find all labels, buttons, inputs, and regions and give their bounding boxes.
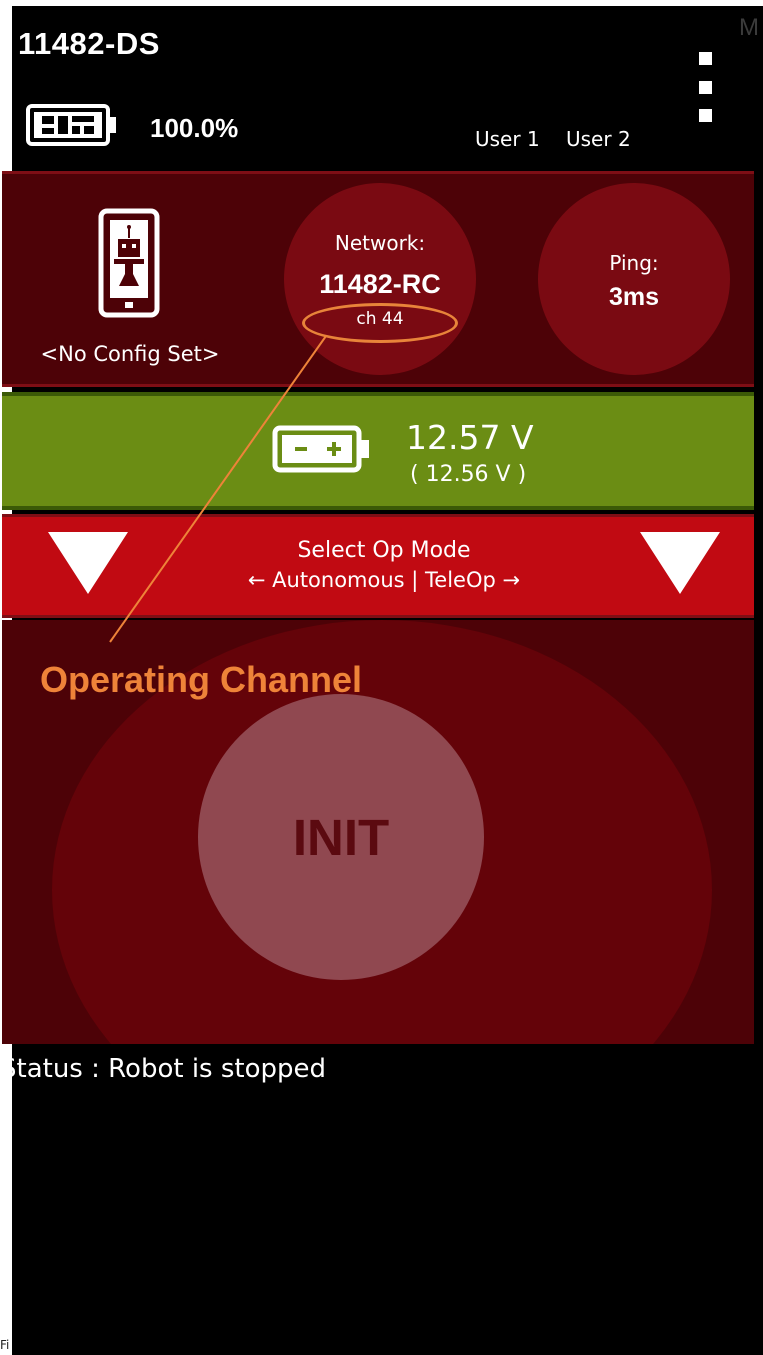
robot-status-text: Status : Robot is stopped (0, 1054, 327, 1084)
phone-battery-level: 100.0% (150, 113, 239, 143)
opmode-hint: ← Autonomous | TeleOp → (247, 568, 521, 592)
robot-config-icon[interactable] (98, 208, 160, 318)
triangle-down-icon (48, 532, 128, 594)
robot-battery-bar (2, 392, 754, 510)
teleop-opmode-dropdown[interactable] (638, 528, 722, 598)
cropped-status-fragment: M (739, 14, 759, 41)
operating-channel-annotation: Operating Channel (40, 659, 363, 700)
overflow-menu-button[interactable] (686, 52, 726, 124)
autonomous-opmode-dropdown[interactable] (46, 528, 130, 598)
robot-battery-voltage: 12.57 V (406, 418, 534, 457)
triangle-down-icon (640, 532, 720, 594)
ping-info-circle: Ping: 3ms (538, 183, 730, 375)
init-button-label: INIT (292, 809, 390, 866)
network-info-circle: Network: 11482-RC ch 44 (284, 183, 476, 375)
phone-battery-icon (26, 104, 116, 146)
init-button[interactable]: INIT (198, 694, 484, 980)
robot-battery-icon (272, 425, 369, 473)
user-1-tab[interactable]: User 1 (475, 127, 540, 151)
menu-dot-icon (699, 81, 712, 94)
opmode-title: Select Op Mode (297, 538, 471, 563)
menu-dot-icon (699, 52, 712, 65)
network-label: Network: (334, 231, 426, 255)
menu-dot-icon (699, 109, 712, 122)
robot-battery-min-voltage: ( 12.56 V ) (410, 462, 527, 487)
cropped-caption-fragment: Fi (0, 1338, 10, 1352)
config-status-label: <No Config Set> (40, 342, 220, 366)
channel-highlight-ellipse (302, 303, 458, 343)
ping-label: Ping: (609, 251, 659, 275)
ping-value: 3ms (608, 283, 660, 311)
network-name: 11482-RC (319, 269, 441, 299)
user-2-tab[interactable]: User 2 (566, 127, 631, 151)
app-title: 11482-DS (18, 26, 160, 61)
